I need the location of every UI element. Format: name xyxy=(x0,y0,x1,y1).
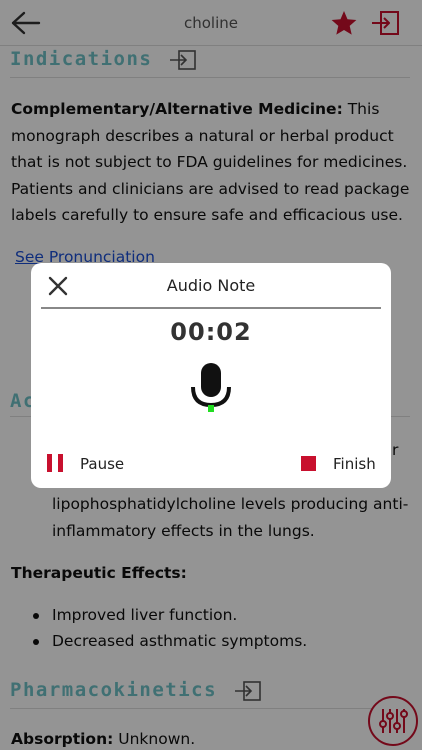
audio-note-dialog: Audio Note 00:02 Pause Finish xyxy=(31,263,391,488)
pause-label: Pause xyxy=(80,455,125,473)
pause-icon xyxy=(47,454,63,472)
microphone-icon xyxy=(191,363,231,412)
dialog-divider xyxy=(41,307,381,309)
recording-timer: 00:02 xyxy=(170,318,252,346)
finish-label: Finish xyxy=(333,455,376,473)
mic-level-indicator xyxy=(208,405,214,412)
stop-icon xyxy=(301,456,316,471)
dialog-title: Audio Note xyxy=(166,276,256,295)
